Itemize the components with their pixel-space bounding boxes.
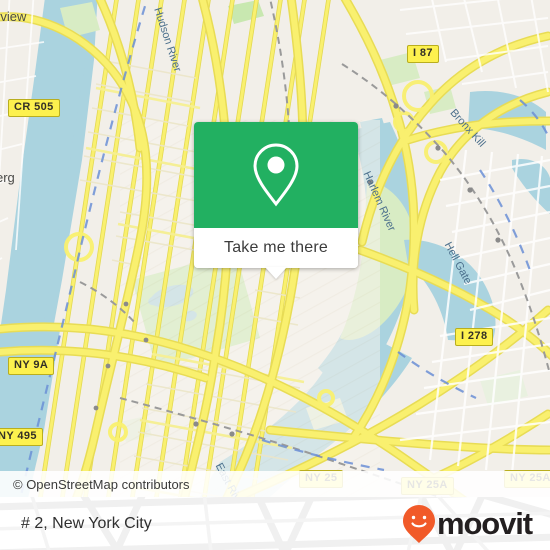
- footer-title: # 2, New York City: [21, 514, 152, 532]
- road-shield-ny-9a[interactable]: NY 9A: [8, 357, 55, 375]
- road-shield-cr-505[interactable]: CR 505: [8, 99, 60, 117]
- map-pin-icon: [253, 143, 299, 207]
- road-shield-i-278[interactable]: I 278: [455, 328, 494, 346]
- moovit-map-screenshot: CR 505 I 87 I 278 NY 9A NY 495 NY 25 NY …: [0, 0, 550, 550]
- take-me-there-button[interactable]: Take me there: [224, 239, 328, 257]
- place-label-rview: rview: [0, 9, 27, 24]
- map-attribution: © OpenStreetMap contributors: [0, 471, 550, 497]
- map-canvas[interactable]: CR 505 I 87 I 278 NY 9A NY 495 NY 25 NY …: [0, 0, 550, 497]
- footer-bar: # 2, New York City moovit: [0, 497, 550, 550]
- moovit-logo[interactable]: moovit: [402, 504, 533, 544]
- moovit-pin-smiley-icon: [402, 504, 435, 543]
- place-label-erg: erg: [0, 170, 15, 185]
- attribution-text: © OpenStreetMap contributors: [13, 476, 190, 492]
- popup-icon-area: [194, 122, 358, 228]
- road-shield-i-87[interactable]: I 87: [407, 45, 439, 63]
- popup-action-area[interactable]: Take me there: [194, 228, 358, 279]
- road-shield-ny-495[interactable]: NY 495: [0, 428, 43, 446]
- popup-pointer: [265, 267, 287, 279]
- location-popup-card[interactable]: Take me there: [194, 122, 358, 279]
- moovit-wordmark: moovit: [436, 506, 533, 541]
